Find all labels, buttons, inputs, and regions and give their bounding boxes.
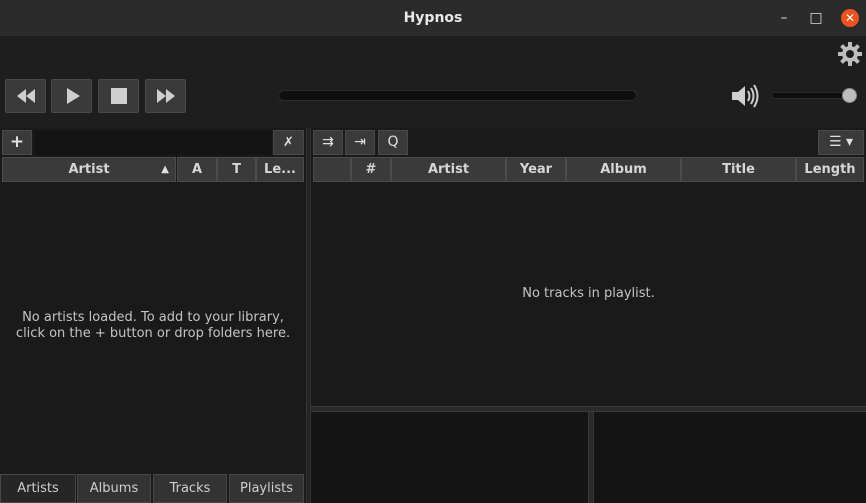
rewind-icon [16, 89, 35, 103]
library-empty-message: No artists loaded. To add to your librar… [0, 310, 306, 342]
column-header-label: Artist [68, 162, 110, 177]
column-header-artist[interactable]: Artist [391, 157, 506, 182]
track-info-panel [594, 412, 866, 503]
next-button[interactable] [145, 79, 186, 113]
fast-forward-icon [156, 89, 175, 103]
column-header-label: # [365, 162, 377, 177]
repeat-mode-button[interactable]: ⇥ [345, 130, 375, 155]
column-header-tracks[interactable]: T [217, 157, 256, 182]
volume-slider[interactable] [771, 92, 851, 99]
empty-message-line: click on the + button or drop folders he… [15, 326, 291, 341]
tab-tracks[interactable]: Tracks [153, 474, 227, 503]
volume-slider-handle[interactable] [842, 88, 857, 103]
stop-button[interactable] [98, 79, 139, 113]
column-header-number[interactable]: # [351, 157, 391, 182]
column-header-albums[interactable]: A [177, 157, 217, 182]
column-header-label: A [191, 162, 203, 177]
seek-slider[interactable] [278, 90, 637, 101]
shuffle-mode-button[interactable]: ⇉ [313, 130, 343, 155]
column-header-length[interactable]: Length [796, 157, 864, 182]
column-header-label: Le... [264, 162, 296, 177]
sort-ascending-icon: ▲ [161, 164, 169, 175]
queue-button[interactable]: Q [378, 130, 408, 155]
column-header-label: Artist [427, 162, 470, 177]
play-button[interactable] [51, 79, 92, 113]
speaker-icon[interactable] [730, 83, 760, 109]
tab-artists[interactable]: Artists [0, 474, 76, 503]
playlist-menu-button[interactable]: ☰ ▾ [818, 130, 864, 155]
column-header-artist[interactable]: Artist ▲ [2, 157, 176, 182]
column-header-title[interactable]: Title [681, 157, 796, 182]
column-header-label: Title [722, 162, 755, 177]
column-header-length[interactable]: Le... [256, 157, 304, 182]
tab-albums[interactable]: Albums [77, 474, 151, 503]
window-title: Hypnos [403, 10, 463, 26]
tab-playlists[interactable]: Playlists [229, 474, 304, 503]
add-folder-button[interactable]: + [2, 130, 32, 155]
empty-message-line: No artists loaded. To add to your librar… [22, 310, 284, 325]
column-header-label: T [232, 162, 241, 177]
column-header-status[interactable] [313, 157, 351, 182]
column-header-label: Length [804, 162, 856, 177]
gear-icon[interactable] [836, 40, 864, 68]
playlist-empty-message: No tracks in playlist. [522, 286, 655, 301]
column-header-year[interactable]: Year [506, 157, 566, 182]
maximize-button[interactable]: □ [807, 9, 825, 27]
previous-button[interactable] [5, 79, 46, 113]
column-header-label: Year [519, 162, 553, 177]
album-art-panel [311, 412, 588, 503]
clear-filter-button[interactable]: ✗ [273, 130, 304, 155]
minimize-button[interactable]: – [775, 9, 793, 27]
play-icon [66, 88, 80, 104]
stop-icon [110, 88, 127, 104]
close-button[interactable]: ✕ [841, 9, 859, 27]
column-header-label: Album [600, 162, 647, 177]
library-filter-input[interactable] [34, 130, 272, 155]
column-header-album[interactable]: Album [566, 157, 681, 182]
